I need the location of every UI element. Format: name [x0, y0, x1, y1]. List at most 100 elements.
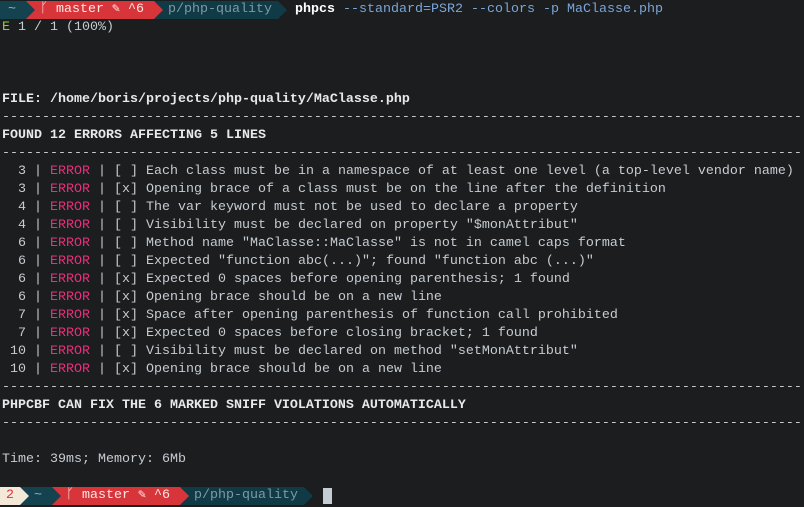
command: phpcs: [295, 2, 336, 17]
separator: ----------------------------------------…: [2, 416, 802, 431]
prompt-bottom: 2 ~ ᚴ master ✎ ^6 p/php-quality: [0, 487, 804, 505]
segment-arrow: [278, 1, 288, 19]
git-branch-icon: ᚴ: [66, 488, 74, 503]
pencil-icon: ✎: [112, 2, 121, 17]
error-message: Expected 0 spaces before opening parenth…: [146, 272, 570, 287]
error-line-number: 6: [18, 290, 26, 305]
segment-arrow: [304, 487, 314, 505]
error-message: Each class must be in a namespace of at …: [146, 164, 794, 179]
branch-name: master: [56, 2, 104, 17]
terminal[interactable]: ~ ᚴ master ✎ ^6 p/php-quality phpcs --st…: [0, 0, 804, 505]
error-message: Visibility must be declared on method "s…: [146, 344, 578, 359]
ahead-count: ^6: [154, 488, 171, 503]
progress-text: 1 / 1 (100%): [10, 20, 114, 35]
segment-arrow: [52, 487, 61, 505]
branch-name: master: [82, 488, 130, 503]
fixable-marker: [ ]: [114, 218, 138, 233]
error-list: 3 | ERROR | [ ] Each class must be in a …: [0, 163, 804, 379]
fixable-marker: [ ]: [114, 200, 138, 215]
separator: ----------------------------------------…: [2, 110, 802, 125]
error-line-number: 4: [18, 200, 26, 215]
segment-arrow: [20, 487, 29, 505]
error-line-number: 6: [18, 272, 26, 287]
error-row: 10 | ERROR | [x] Opening brace should be…: [10, 362, 442, 377]
prompt-git-segment: ᚴ master ✎ ^6: [26, 1, 155, 19]
error-type: ERROR: [50, 182, 90, 197]
error-line-number: 7: [18, 326, 26, 341]
error-row: 4 | ERROR | [ ] The var keyword must not…: [18, 200, 578, 215]
error-type: ERROR: [50, 164, 90, 179]
phpcbf-notice: PHPCBF CAN FIX THE 6 MARKED SNIFF VIOLAT…: [2, 398, 466, 413]
fixable-marker: [ ]: [114, 344, 138, 359]
error-type: ERROR: [50, 200, 90, 215]
error-row: 7 | ERROR | [x] Space after opening pare…: [18, 308, 618, 323]
error-message: Opening brace should be on a new line: [146, 290, 442, 305]
fixable-marker: [x]: [114, 326, 138, 341]
prompt-git-segment: ᚴ master ✎ ^6: [52, 487, 181, 505]
timing-info: Time: 39ms; Memory: 6Mb: [2, 452, 186, 467]
error-line-number: 6: [18, 236, 26, 251]
fixable-marker: [ ]: [114, 236, 138, 251]
fixable-marker: [x]: [114, 308, 138, 323]
prompt-top: ~ ᚴ master ✎ ^6 p/php-quality phpcs --st…: [0, 1, 804, 19]
error-message: Opening brace of a class must be on the …: [146, 182, 666, 197]
error-row: 6 | ERROR | [ ] Method name "MaClasse::M…: [18, 236, 626, 251]
ahead-count: ^6: [128, 2, 145, 17]
error-message: Opening brace should be on a new line: [146, 362, 442, 377]
fixable-marker: [x]: [114, 182, 138, 197]
error-type: ERROR: [50, 218, 90, 233]
fixable-marker: [x]: [114, 362, 138, 377]
segment-arrow: [154, 1, 164, 19]
pencil-icon: ✎: [138, 488, 147, 503]
error-message: The var keyword must not be used to decl…: [146, 200, 578, 215]
prompt-home-segment: ~: [0, 1, 26, 19]
fixable-marker: [x]: [114, 272, 138, 287]
exit-status: 2: [0, 487, 20, 505]
error-message: Method name "MaClasse::MaClasse" is not …: [146, 236, 626, 251]
error-line-number: 10: [10, 344, 26, 359]
error-row: 3 | ERROR | [ ] Each class must be in a …: [18, 164, 794, 179]
git-branch-icon: ᚴ: [40, 2, 48, 17]
error-type: ERROR: [50, 272, 90, 287]
error-line-number: 3: [18, 164, 26, 179]
error-row: 6 | ERROR | [x] Expected 0 spaces before…: [18, 272, 570, 287]
fixable-marker: [ ]: [114, 164, 138, 179]
error-type: ERROR: [50, 308, 90, 323]
error-row: 10 | ERROR | [ ] Visibility must be decl…: [10, 344, 578, 359]
error-message: Expected "function abc(...)"; found "fun…: [146, 254, 594, 269]
error-type: ERROR: [50, 344, 90, 359]
error-type: ERROR: [50, 362, 90, 377]
error-message: Expected 0 spaces before closing bracket…: [146, 326, 538, 341]
prompt-dir-segment: p/php-quality: [180, 487, 305, 505]
error-message: Space after opening parenthesis of funct…: [146, 308, 618, 323]
error-row: 4 | ERROR | [ ] Visibility must be decla…: [18, 218, 578, 233]
error-type: ERROR: [50, 326, 90, 341]
error-row: 3 | ERROR | [x] Opening brace of a class…: [18, 182, 666, 197]
error-line-number: 3: [18, 182, 26, 197]
error-message: Visibility must be declared on property …: [146, 218, 578, 233]
fixable-marker: [ ]: [114, 254, 138, 269]
error-line-number: 4: [18, 218, 26, 233]
file-path: FILE: /home/boris/projects/php-quality/M…: [2, 92, 410, 107]
error-line-number: 6: [18, 254, 26, 269]
error-row: 7 | ERROR | [x] Expected 0 spaces before…: [18, 326, 538, 341]
command-line: phpcs --standard=PSR2 --colors -p MaClas…: [287, 1, 663, 19]
error-row: 6 | ERROR | [ ] Expected "function abc(.…: [18, 254, 594, 269]
separator: ----------------------------------------…: [2, 146, 802, 161]
separator: ----------------------------------------…: [2, 380, 802, 395]
segment-arrow: [180, 487, 190, 505]
prompt-dir-segment: p/php-quality: [154, 1, 279, 19]
text-cursor[interactable]: [323, 488, 333, 504]
progress-marker: E: [2, 20, 10, 35]
progress-line: E 1 / 1 (100%): [0, 19, 804, 37]
error-line-number: 10: [10, 362, 26, 377]
error-type: ERROR: [50, 254, 90, 269]
errors-summary: FOUND 12 ERRORS AFFECTING 5 LINES: [2, 128, 266, 143]
segment-arrow: [26, 1, 35, 19]
error-type: ERROR: [50, 290, 90, 305]
error-type: ERROR: [50, 236, 90, 251]
fixable-marker: [x]: [114, 290, 138, 305]
command-args: --standard=PSR2 --colors -p MaClasse.php: [335, 2, 663, 17]
error-line-number: 7: [18, 308, 26, 323]
error-row: 6 | ERROR | [x] Opening brace should be …: [18, 290, 442, 305]
